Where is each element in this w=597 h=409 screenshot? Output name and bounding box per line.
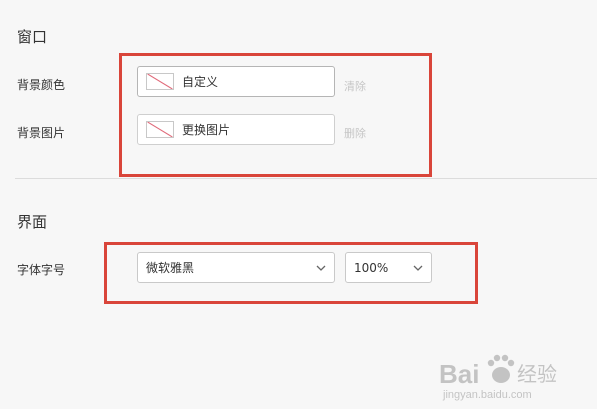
settings-page: 窗口 背景颜色 自定义 清除 背景图片 更换图片 删除 界面 字体字号 微软雅黑… [0, 0, 597, 409]
empty-swatch-icon [146, 73, 174, 90]
bg-image-picker[interactable]: 更换图片 [137, 114, 335, 145]
section-divider [15, 178, 597, 179]
chevron-down-icon [314, 261, 328, 275]
bg-color-label: 背景颜色 [17, 78, 66, 92]
bg-color-value: 自定义 [182, 75, 219, 89]
font-family-value: 微软雅黑 [146, 261, 195, 275]
empty-swatch-icon [146, 121, 174, 138]
bg-image-label: 背景图片 [17, 126, 66, 140]
baidu-jingyan-watermark: Bai 经验 jingyan.baidu.com [439, 353, 589, 403]
watermark-brand: Bai [439, 359, 479, 389]
chevron-down-icon [411, 261, 425, 275]
watermark-url: jingyan.baidu.com [442, 389, 532, 401]
clear-bg-color-link[interactable]: 清除 [344, 78, 366, 94]
bg-image-value: 更换图片 [182, 123, 231, 137]
paw-icon [487, 354, 515, 383]
interface-section-title: 界面 [17, 213, 48, 231]
font-size-select[interactable]: 100% [345, 252, 432, 283]
window-section-title: 窗口 [17, 28, 48, 46]
font-family-select[interactable]: 微软雅黑 [137, 252, 335, 283]
watermark-brand-tail: 经验 [517, 362, 557, 386]
bg-color-picker[interactable]: 自定义 [137, 66, 335, 97]
font-label: 字体字号 [17, 263, 66, 277]
delete-bg-image-link[interactable]: 删除 [344, 125, 366, 141]
font-size-value: 100% [354, 260, 389, 275]
